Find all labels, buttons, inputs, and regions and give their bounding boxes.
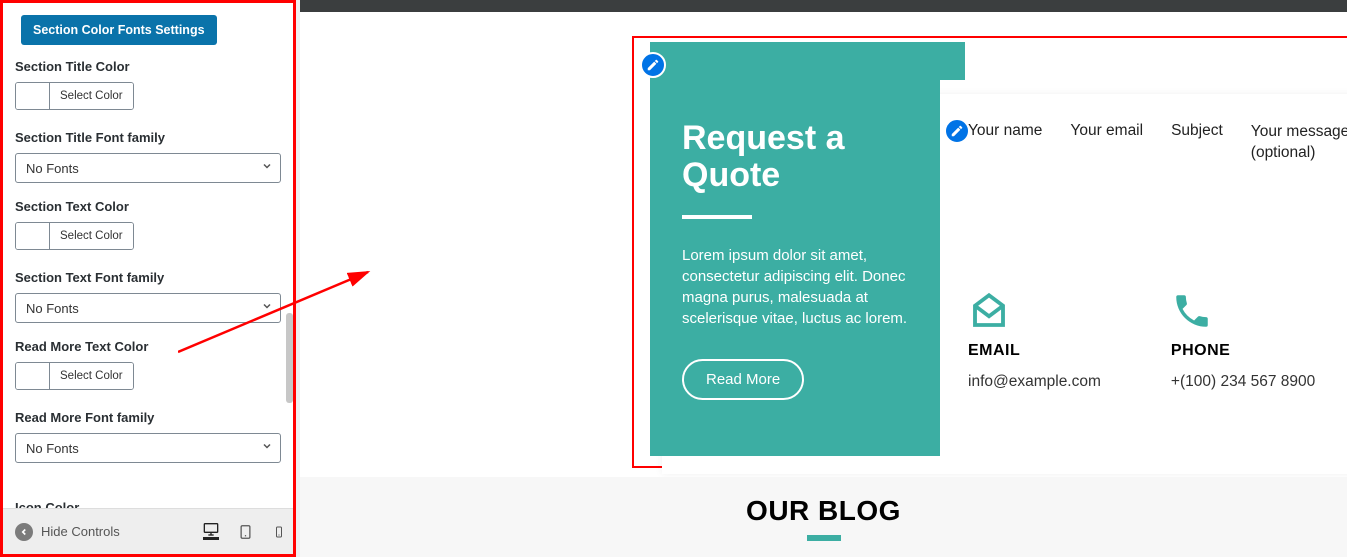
- tablet-icon[interactable]: [237, 524, 253, 540]
- read-more-button[interactable]: Read More: [682, 359, 804, 400]
- quote-card: Request aQuote Lorem ipsum dolor sit ame…: [650, 80, 940, 456]
- mobile-icon[interactable]: [271, 524, 287, 540]
- contact-heading: PHONE: [1171, 342, 1315, 360]
- contact-phone: PHONE +(100) 234 567 8900: [1171, 290, 1315, 417]
- contact-value: +(100) 234 567 8900: [1171, 370, 1315, 393]
- desktop-icon[interactable]: [203, 524, 219, 540]
- message-field-label[interactable]: Your message (optional): [1251, 122, 1347, 164]
- font-select-title[interactable]: No Fonts: [15, 153, 281, 183]
- section-outline: Request aQuote Lorem ipsum dolor sit ame…: [632, 36, 1347, 468]
- email-field-label[interactable]: Your email: [1070, 122, 1143, 164]
- scrollbar-thumb[interactable]: [286, 313, 293, 403]
- contact-form-row: Your name Your email Subject Your messag…: [968, 122, 1347, 164]
- select-color-button[interactable]: Select Color: [50, 363, 133, 389]
- field-label: Section Title Font family: [15, 130, 281, 145]
- blog-underline: [807, 535, 841, 541]
- color-swatch[interactable]: [16, 223, 50, 249]
- blog-title: OUR BLOG: [746, 495, 901, 527]
- select-color-button[interactable]: Select Color: [50, 83, 133, 109]
- hide-controls-label: Hide Controls: [41, 524, 120, 539]
- customizer-bottom-bar: Hide Controls: [3, 508, 296, 554]
- contact-value: info@example.com: [968, 370, 1101, 393]
- color-swatch[interactable]: [16, 83, 50, 109]
- contact-email: EMAIL info@example.com: [968, 290, 1101, 417]
- field-label: Section Text Font family: [15, 270, 281, 285]
- field-label: Read More Font family: [15, 410, 281, 425]
- contacts-row: EMAIL info@example.com PHONE +(100) 234 …: [968, 290, 1347, 417]
- field-label: Section Title Color: [15, 59, 281, 74]
- phone-icon: [1171, 290, 1315, 330]
- envelope-icon: [968, 290, 1101, 330]
- color-picker-title[interactable]: Select Color: [15, 82, 134, 110]
- hero-strip: [300, 0, 1347, 12]
- chevron-left-icon: [15, 523, 33, 541]
- preview-pane: Request aQuote Lorem ipsum dolor sit ame…: [300, 0, 1347, 557]
- font-select-text[interactable]: No Fonts: [15, 293, 281, 323]
- color-picker-text[interactable]: Select Color: [15, 222, 134, 250]
- section-header: Section Color Fonts Settings: [21, 15, 217, 45]
- subject-field-label[interactable]: Subject: [1171, 122, 1223, 164]
- quote-body: Lorem ipsum dolor sit amet, consectetur …: [682, 245, 908, 329]
- color-swatch[interactable]: [16, 363, 50, 389]
- contact-heading: EMAIL: [968, 342, 1101, 360]
- font-select-readmore[interactable]: No Fonts: [15, 433, 281, 463]
- title-underline: [682, 215, 752, 219]
- name-field-label[interactable]: Your name: [968, 122, 1042, 164]
- edit-widget-button[interactable]: [944, 118, 970, 144]
- quote-title: Request aQuote: [682, 120, 908, 193]
- teal-tab: [650, 42, 965, 80]
- edit-section-button[interactable]: [640, 52, 666, 78]
- select-color-button[interactable]: Select Color: [50, 223, 133, 249]
- color-picker-readmore[interactable]: Select Color: [15, 362, 134, 390]
- hide-controls-button[interactable]: Hide Controls: [15, 523, 120, 541]
- customizer-sidebar: Section Color Fonts Settings Section Tit…: [0, 0, 296, 557]
- field-label: Section Text Color: [15, 199, 281, 214]
- blog-section: OUR BLOG: [300, 477, 1347, 557]
- field-label: Read More Text Color: [15, 339, 281, 354]
